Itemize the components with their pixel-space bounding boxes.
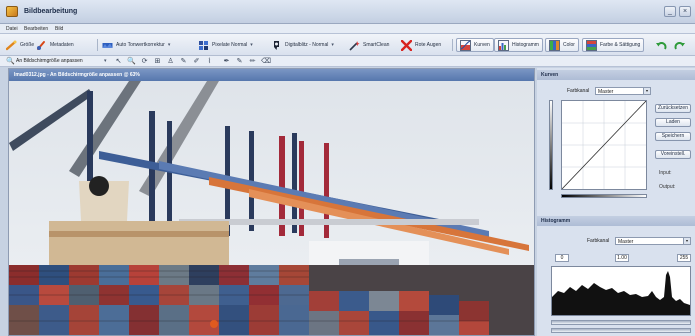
menu-datei[interactable]: Datei xyxy=(6,26,18,32)
brush-icon[interactable]: ✐ xyxy=(192,57,201,66)
menu-bearbeiten[interactable]: Bearbeiten xyxy=(24,26,48,32)
app-icon xyxy=(6,6,18,17)
histogram-button[interactable]: Histogramm xyxy=(494,38,543,52)
curves-input-label: Input: xyxy=(659,170,672,176)
saturation-button[interactable]: Farbe & Sättigung xyxy=(582,38,645,52)
red-eye-label: Rote Augen xyxy=(415,42,442,48)
curves-panel-title: Kurven xyxy=(537,70,695,80)
curves-graph[interactable] xyxy=(561,100,647,190)
chevron-down-icon: ▾ xyxy=(643,88,650,94)
minimize-button[interactable]: _ xyxy=(664,6,676,17)
smartclean-label: SmartClean xyxy=(363,42,390,48)
auto-levels-button[interactable]: Auto Tonwertkorrektur ▾ xyxy=(102,38,170,52)
title-bar: Bildbearbeitung _ × xyxy=(0,0,695,24)
redo-button[interactable] xyxy=(674,38,685,52)
pixelate-label: Pixelate Normal xyxy=(212,42,248,48)
main-toolbar: Größe Metadaten Auto Tonwertkorrektur ▾ … xyxy=(0,34,695,56)
chevron-down-icon[interactable]: ▾ xyxy=(250,42,253,48)
curves-button[interactable]: Kurven xyxy=(456,38,494,52)
histogram-graph xyxy=(551,266,691,316)
curves-output-label: Output: xyxy=(659,184,676,190)
cursor-icon[interactable]: ↖ xyxy=(114,57,123,66)
curves-channel-select[interactable]: Master ▾ xyxy=(595,87,651,95)
undo-button[interactable] xyxy=(656,38,667,52)
histogram-output-slider[interactable] xyxy=(551,328,691,333)
lasso-icon[interactable]: ⌇ xyxy=(205,57,214,66)
pen-icon[interactable]: ✏ xyxy=(248,57,257,66)
flash-button[interactable]: Digitalblitz - Normal ▾ xyxy=(271,38,334,52)
curves-reset-button[interactable]: Zurücksetzen xyxy=(655,104,691,113)
flash-icon xyxy=(274,40,279,50)
color-icon xyxy=(549,39,560,51)
close-button[interactable]: × xyxy=(679,6,691,17)
menu-bar: Datei Bearbeiten Bild xyxy=(0,24,695,34)
chevron-down-icon: ▾ xyxy=(683,238,690,244)
histogram-channel-value: Master xyxy=(618,239,634,245)
metadata-label: Metadaten xyxy=(50,42,74,48)
pixelate-button[interactable]: Pixelate Normal ▾ xyxy=(198,38,253,52)
red-eye-button[interactable]: Rote Augen xyxy=(401,38,441,52)
histogram-bars xyxy=(552,271,690,315)
image-header: Imad0312.jpg - An Bildschirmgröße anpass… xyxy=(9,69,534,81)
color-label: Color xyxy=(563,42,575,48)
histogram-icon xyxy=(498,39,509,51)
curves-label: Kurven xyxy=(474,42,490,48)
curves-output-gradient xyxy=(549,100,553,190)
fit-to-screen-dropdown[interactable]: An Bildschirmgröße anpassen xyxy=(16,58,83,64)
curves-save-button[interactable]: Speichern xyxy=(655,132,691,141)
histogram-label: Histogramm xyxy=(512,42,539,48)
curves-load-button[interactable]: Laden xyxy=(655,118,691,127)
undo-icon xyxy=(656,41,667,49)
pixelate-icon xyxy=(199,40,208,50)
chevron-down-icon[interactable]: ▾ xyxy=(168,42,171,48)
pin-icon[interactable]: ✎ xyxy=(179,57,188,66)
chevron-down-icon[interactable]: ▾ xyxy=(331,42,334,48)
saturation-icon xyxy=(586,39,597,51)
color-button[interactable]: Color xyxy=(545,38,579,52)
resize-icon xyxy=(6,40,17,50)
pencil-icon[interactable]: ✎ xyxy=(235,57,244,66)
smartclean-button[interactable]: SmartClean xyxy=(349,38,389,52)
eraser-icon[interactable]: ⌫ xyxy=(261,57,271,66)
metadata-icon xyxy=(37,40,45,50)
auto-levels-label: Auto Tonwertkorrektur xyxy=(116,42,165,48)
curves-presets-button[interactable]: Voreinstell. xyxy=(655,150,691,159)
metadata-button[interactable]: Metadaten xyxy=(36,38,74,52)
curves-channel-label: Farbkanal xyxy=(567,88,590,94)
wand-icon xyxy=(349,40,360,51)
histogram-gamma-input[interactable]: 1.00 xyxy=(615,254,629,262)
histogram-channel-select[interactable]: Master ▾ xyxy=(615,237,691,245)
pipette-icon[interactable]: ✒ xyxy=(222,57,231,66)
red-eye-icon xyxy=(401,39,412,51)
chevron-down-icon[interactable]: ▾ xyxy=(104,58,107,64)
zoom-icon[interactable]: 🔍 xyxy=(127,57,136,66)
stamp-icon[interactable]: ♙ xyxy=(166,57,175,66)
histogram-levels-slider[interactable] xyxy=(551,320,691,325)
curves-input-gradient xyxy=(561,194,647,198)
image-canvas[interactable]: Imad0312.jpg - An Bildschirmgröße anpass… xyxy=(8,68,535,336)
histogram-panel-title: Histogramm xyxy=(537,216,695,226)
curves-icon xyxy=(460,39,471,51)
resize-button[interactable]: Größe xyxy=(6,38,34,52)
menu-bild[interactable]: Bild xyxy=(55,26,63,32)
redo-icon xyxy=(674,41,685,49)
histogram-high-input[interactable]: 255 xyxy=(677,254,691,262)
fit-icon: 🔍 xyxy=(6,58,15,65)
histogram-channel-label: Farbkanal xyxy=(587,238,610,244)
harbor-photo[interactable] xyxy=(9,81,535,336)
window-title: Bildbearbeitung xyxy=(24,8,78,15)
adjustments-panel: Kurven Farbkanal Master ▾ Zurücksetzen L… xyxy=(537,68,695,336)
flash-label: Digitalblitz - Normal xyxy=(285,42,329,48)
crop-icon[interactable]: ⊞ xyxy=(153,57,162,66)
curves-line xyxy=(561,100,647,190)
resize-label: Größe xyxy=(20,42,35,48)
rotate-icon[interactable]: ⟳ xyxy=(140,57,149,66)
tools-toolbar: 🔍 An Bildschirmgröße anpassen ▾ ↖ 🔍 ⟳ ⊞ … xyxy=(0,56,695,67)
curves-channel-value: Master xyxy=(598,89,614,95)
auto-levels-icon xyxy=(102,42,113,48)
histogram-low-input[interactable]: 0 xyxy=(555,254,569,262)
saturation-label: Farbe & Sättigung xyxy=(600,42,641,48)
